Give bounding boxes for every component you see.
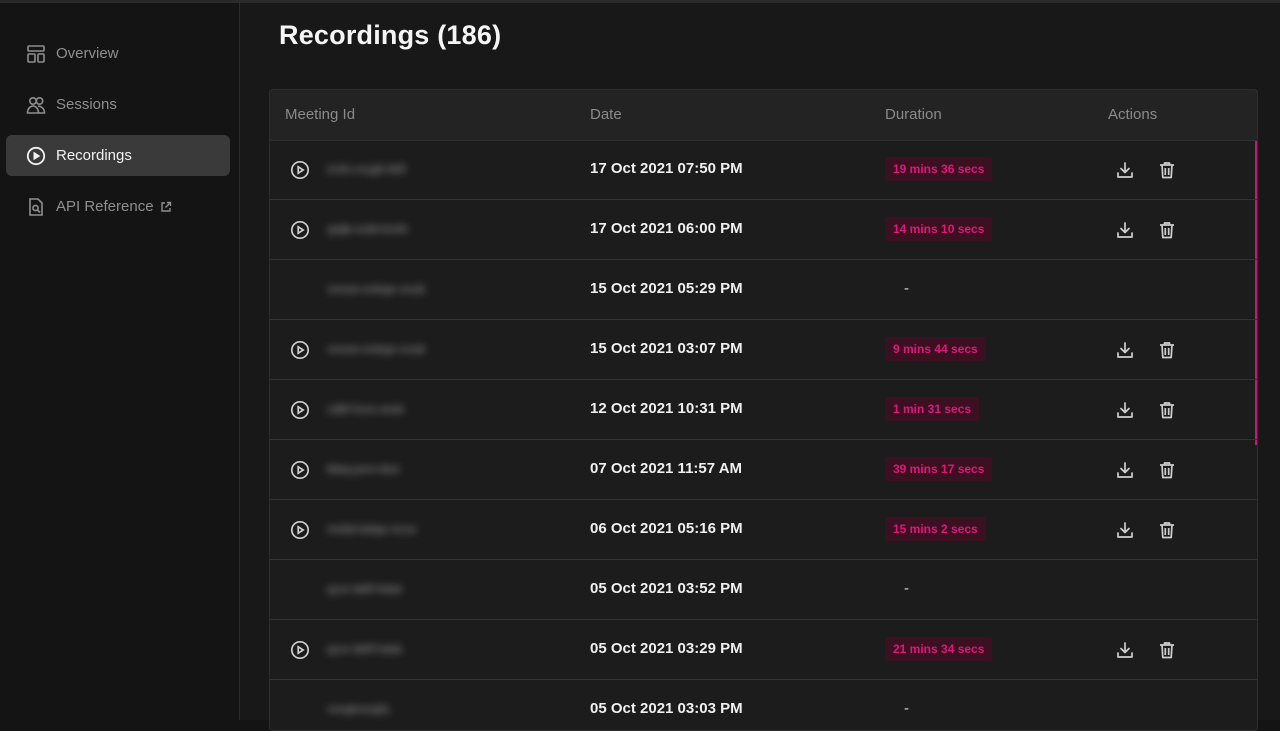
play-icon[interactable] xyxy=(289,459,311,481)
meeting-id: tkbq-pvro-tksi xyxy=(327,462,400,476)
delete-icon[interactable] xyxy=(1156,399,1178,421)
main-content: Recordings (186) Meeting Id Date Duratio… xyxy=(240,0,1280,731)
sidebar-item-api-reference[interactable]: API Reference xyxy=(6,186,230,227)
download-icon[interactable] xyxy=(1114,519,1136,541)
play-icon[interactable] xyxy=(289,639,311,661)
meeting-id: qcvr-bkff-hdsk xyxy=(327,642,403,656)
column-header-date: Date xyxy=(590,106,622,123)
play-icon[interactable] xyxy=(289,339,311,361)
table-row[interactable]: vnooe-evkqe-vvub 15 Oct 2021 05:29 PM - xyxy=(270,260,1257,320)
delete-icon[interactable] xyxy=(1156,459,1178,481)
meeting-id: qcvr-bkff-hdsk xyxy=(327,582,403,596)
recording-date: 07 Oct 2021 11:57 AM xyxy=(590,460,743,477)
meeting-id: mvbd-bdqe-ncce xyxy=(327,522,417,536)
table-row[interactable]: qcvr-bkff-hdsk 05 Oct 2021 03:29 PM 21 min… xyxy=(270,620,1257,680)
sidebar-item-label: API Reference xyxy=(56,198,154,215)
sidebar-item-label: Sessions xyxy=(56,96,117,113)
duration-badge: 19 mins 36 secs xyxy=(885,157,993,181)
download-icon[interactable] xyxy=(1114,219,1136,241)
sidebar-item-label: Recordings xyxy=(56,147,132,164)
column-header-duration: Duration xyxy=(885,106,942,123)
recording-date: 17 Oct 2021 06:00 PM xyxy=(590,220,743,237)
duration-badge: 21 mins 34 secs xyxy=(885,637,993,661)
recording-date: 15 Oct 2021 03:07 PM xyxy=(590,340,743,357)
delete-icon[interactable] xyxy=(1156,519,1178,541)
column-header-meeting-id: Meeting Id xyxy=(285,106,356,123)
external-link-icon xyxy=(160,201,172,213)
play-icon[interactable] xyxy=(289,159,311,181)
table-row[interactable]: qsljb-esfd-kmfn 17 Oct 2021 06:00 PM 14 mi… xyxy=(270,200,1257,260)
document-search-icon xyxy=(25,196,47,218)
meeting-id: vnooe-evkqe-vvub xyxy=(327,282,426,296)
recording-date: 05 Oct 2021 03:52 PM xyxy=(590,580,743,597)
download-icon[interactable] xyxy=(1114,639,1136,661)
recording-date: 12 Oct 2021 10:31 PM xyxy=(590,400,743,417)
recording-date: 06 Oct 2021 05:16 PM xyxy=(590,520,743,537)
table-row[interactable]: qcvr-bkff-hdsk 05 Oct 2021 03:52 PM - xyxy=(270,560,1257,620)
page-title: Recordings (186) xyxy=(279,20,502,50)
delete-icon[interactable] xyxy=(1156,639,1178,661)
duration-badge: 1 min 31 secs xyxy=(885,397,980,421)
recording-date: 15 Oct 2021 05:29 PM xyxy=(590,280,743,297)
recording-date: 05 Oct 2021 03:29 PM xyxy=(590,640,743,657)
duration-badge: 14 mins 10 secs xyxy=(885,217,993,241)
main-top-border xyxy=(240,0,1280,3)
meeting-id: icvfu-ocyjb-kkfi xyxy=(327,162,406,176)
meeting-id: qsljb-esfd-kmfn xyxy=(327,222,409,236)
table-row[interactable]: icvfu-ocyjb-kkfi 17 Oct 2021 07:50 PM 19 m… xyxy=(270,140,1257,200)
play-icon[interactable] xyxy=(289,219,311,241)
download-icon[interactable] xyxy=(1114,159,1136,181)
layout-icon xyxy=(25,43,47,65)
table-row[interactable]: cdbf-lsvo-vesk 12 Oct 2021 10:31 PM 1 min … xyxy=(270,380,1257,440)
sidebar-item-label: Overview xyxy=(56,45,119,62)
sidebar-item-overview[interactable]: Overview xyxy=(6,33,230,74)
table-row[interactable]: vnooe-evkqe-vvub 15 Oct 2021 03:07 PM 9 mi… xyxy=(270,320,1257,380)
recordings-table: Meeting Id Date Duration Actions icvfu-o… xyxy=(269,89,1258,731)
table-row[interactable]: vvsqlnvsqfu 05 Oct 2021 03:03 PM - xyxy=(270,680,1257,730)
duration-badge: 39 mins 17 secs xyxy=(885,457,993,481)
meeting-id: cdbf-lsvo-vesk xyxy=(327,402,404,416)
meeting-id: vvsqlnvsqfu xyxy=(327,702,390,716)
sidebar-item-recordings[interactable]: Recordings xyxy=(6,135,230,176)
meeting-id: vnooe-evkqe-vvub xyxy=(327,342,426,356)
sidebar-item-sessions[interactable]: Sessions xyxy=(6,84,230,125)
sidebar-top-border xyxy=(0,0,239,3)
duration-badge: 15 mins 2 secs xyxy=(885,517,986,541)
table-header: Meeting Id Date Duration Actions xyxy=(270,90,1257,141)
download-icon[interactable] xyxy=(1114,459,1136,481)
table-row[interactable]: mvbd-bdqe-ncce 06 Oct 2021 05:16 PM 15 min… xyxy=(270,500,1257,560)
duration-empty: - xyxy=(904,580,909,597)
delete-icon[interactable] xyxy=(1156,339,1178,361)
column-header-actions: Actions xyxy=(1108,106,1158,123)
duration-empty: - xyxy=(904,280,909,297)
play-icon[interactable] xyxy=(289,399,311,421)
play-icon[interactable] xyxy=(289,519,311,541)
duration-badge: 9 mins 44 secs xyxy=(885,337,986,361)
table-row[interactable]: tkbq-pvro-tksi 07 Oct 2021 11:57 AM 39 min… xyxy=(270,440,1257,500)
download-icon[interactable] xyxy=(1114,399,1136,421)
download-icon[interactable] xyxy=(1114,339,1136,361)
recording-date: 17 Oct 2021 07:50 PM xyxy=(590,160,743,177)
users-icon xyxy=(25,94,47,116)
recording-date: 05 Oct 2021 03:03 PM xyxy=(590,700,743,717)
delete-icon[interactable] xyxy=(1156,159,1178,181)
sidebar: Overview Sessions Recordings API Referen… xyxy=(0,0,240,720)
play-circle-icon xyxy=(25,145,47,167)
duration-empty: - xyxy=(904,700,909,717)
delete-icon[interactable] xyxy=(1156,219,1178,241)
